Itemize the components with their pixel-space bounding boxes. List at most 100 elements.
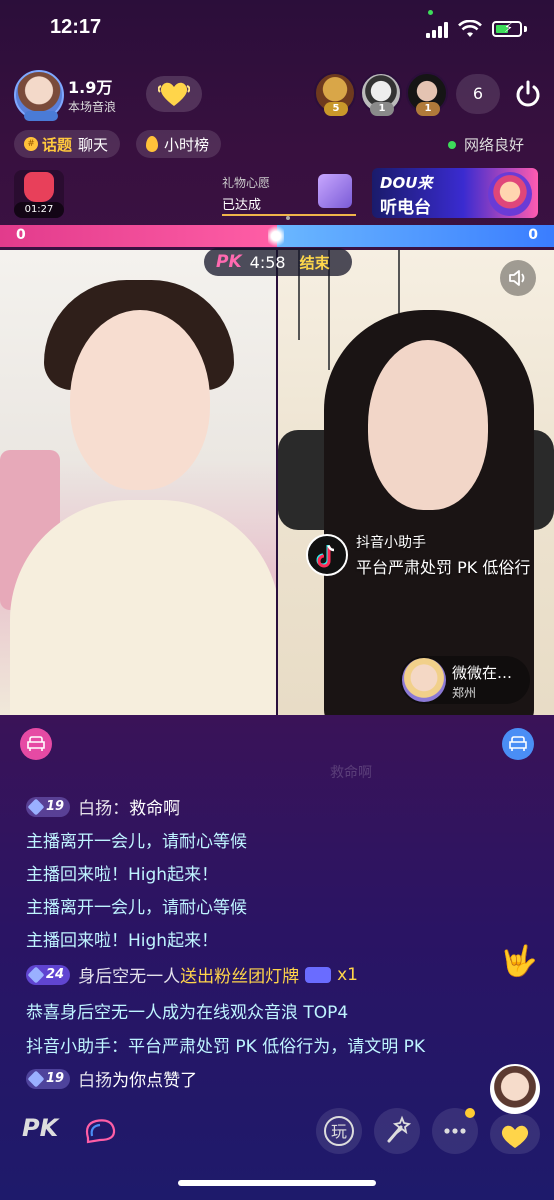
- gesture-icon[interactable]: 🤟: [500, 944, 537, 979]
- wish-gift-icon: [318, 174, 352, 208]
- topic-icon: #: [24, 137, 38, 151]
- system-message: 主播回来啦！High起来！: [26, 860, 218, 885]
- play-label: 玩: [331, 1122, 347, 1141]
- battery-tip: [524, 26, 527, 32]
- battery-icon: ⚡: [492, 21, 522, 37]
- radio-banner[interactable]: DOU来 听电台: [372, 168, 538, 218]
- pk-time-left: 4:58: [249, 252, 286, 272]
- pk-left-bar: [0, 225, 277, 247]
- host-info[interactable]: 1.9万 本场音浪: [14, 70, 204, 121]
- banner-line-2: 听电台: [380, 198, 431, 218]
- flame-icon: [146, 136, 158, 152]
- system-text: 恭喜身后空无一人成为在线观众音浪 TOP4: [26, 1003, 349, 1023]
- chat-message[interactable]: 19 白扬： 救命啊: [26, 794, 180, 819]
- left-seat-button[interactable]: [20, 728, 52, 760]
- system-message: 主播回来啦！High起来！: [26, 926, 218, 951]
- pk-logo: PK: [216, 252, 242, 272]
- signal-icon: [426, 22, 452, 38]
- pk-right-bar: [277, 225, 554, 247]
- platform-notice[interactable]: 抖音小助手 平台严肃处罚 PK 低俗行: [306, 532, 554, 578]
- notice-text: 平台严肃处罚 PK 低俗行: [356, 558, 531, 577]
- play-icon: 玩: [324, 1116, 354, 1146]
- system-text: 主播回来啦！High起来！: [26, 931, 219, 951]
- network-label: 网络良好: [464, 136, 525, 154]
- user-level-badge: 19: [26, 796, 71, 817]
- heart-icon: [158, 82, 190, 106]
- viewer-rank: 1: [370, 102, 394, 116]
- top-viewer-1[interactable]: 5: [314, 72, 356, 116]
- gift-text: 送出粉丝团灯牌: [180, 967, 300, 987]
- notice-sender: 抖音小助手: [356, 535, 426, 551]
- opponent-face: [368, 340, 488, 510]
- topic-chip[interactable]: # 话题 聊天: [14, 130, 121, 158]
- wish-status: 已达成: [222, 198, 262, 213]
- banner-line-1: DOU来: [380, 174, 433, 192]
- hour-rank-chip[interactable]: 小时榜: [136, 130, 222, 158]
- guest-name: 微微在…: [452, 664, 513, 682]
- system-message: 恭喜身后空无一人成为在线观众音浪 TOP4: [26, 998, 348, 1023]
- douyin-logo-icon: [306, 534, 348, 576]
- top-viewer-3[interactable]: 1: [406, 72, 448, 116]
- chat-faded-line: 救命啊: [330, 765, 372, 781]
- gift-wish[interactable]: 礼物心愿 已达成: [218, 170, 356, 218]
- gift-icon: [501, 1125, 529, 1148]
- pk-score-bar: 0 0: [0, 223, 554, 249]
- chat-feed[interactable]: 救命啊 19 白扬： 救命啊 主播离开一会儿，请耐心等候 主播回来啦！High起…: [0, 760, 480, 1095]
- hour-rank-label: 小时榜: [164, 135, 210, 154]
- gift-bag-button[interactable]: 01:27: [14, 170, 64, 218]
- topic-highlight: 话题: [42, 135, 73, 154]
- speaker-icon: [509, 270, 525, 286]
- gift-button[interactable]: [490, 1114, 540, 1154]
- user-level-badge: 24: [26, 964, 71, 985]
- fan-club-button[interactable]: [146, 76, 202, 112]
- gift-bag-icon: [24, 172, 54, 202]
- network-status: 网络良好: [448, 134, 524, 155]
- gift-count: x1: [337, 964, 358, 985]
- chat-icon[interactable]: [82, 1116, 118, 1144]
- chat-text: 救命啊: [129, 799, 181, 819]
- wand-icon: [387, 1115, 412, 1143]
- host-body: [10, 500, 276, 716]
- host-popularity-label: 本场音浪: [68, 100, 117, 114]
- opponent-video[interactable]: [278, 250, 554, 716]
- like-message[interactable]: 19 白扬 为你点赞了: [26, 1066, 197, 1091]
- gift-timer: 01:27: [14, 202, 64, 218]
- host-video[interactable]: [0, 250, 276, 716]
- guest-location: 郑州: [452, 686, 477, 700]
- viewer-rank: 1: [416, 102, 440, 116]
- viewer-count[interactable]: 6: [456, 74, 500, 114]
- system-text: 主播回来啦！High起来！: [26, 865, 219, 885]
- viewer-rank: 5: [324, 102, 348, 116]
- home-indicator[interactable]: [178, 1180, 376, 1186]
- pk-button[interactable]: PK: [22, 1114, 58, 1142]
- play-button[interactable]: 玩: [316, 1108, 362, 1154]
- notification-dot: [465, 1108, 475, 1118]
- system-text: 主播离开一会儿，请耐心等候: [26, 832, 247, 852]
- top-viewer-2[interactable]: 1: [360, 72, 402, 116]
- wifi-icon: [458, 20, 482, 37]
- guest-chip[interactable]: 微微在… 郑州: [400, 656, 530, 704]
- power-icon[interactable]: [514, 80, 542, 108]
- privacy-indicator: [428, 10, 433, 15]
- system-text: 主播离开一会儿，请耐心等候: [26, 898, 247, 918]
- status-time: 12:17: [50, 16, 102, 38]
- user-level-badge: 19: [26, 1068, 71, 1089]
- chat-username[interactable]: 身后空无一人: [78, 962, 180, 987]
- system-message: 抖音小助手：平台严肃处罚 PK 低俗行为，请文明 PK: [26, 1032, 425, 1057]
- pk-score-right: 0: [528, 227, 538, 243]
- gift-message[interactable]: 24 身后空无一人 送出粉丝团灯牌 x1: [26, 962, 358, 987]
- effects-button[interactable]: [374, 1108, 420, 1154]
- fan-light-badge-icon: [305, 966, 332, 983]
- user-avatar-button[interactable]: [490, 1064, 540, 1114]
- chat-username[interactable]: 白扬：: [78, 794, 129, 819]
- pk-end-button[interactable]: 结束: [300, 252, 330, 273]
- chat-username[interactable]: 白扬: [78, 1066, 112, 1091]
- host-badge: [24, 111, 58, 121]
- host-avatar[interactable]: [14, 70, 64, 121]
- mute-button[interactable]: [500, 260, 536, 296]
- system-message: 主播离开一会儿，请耐心等候: [26, 893, 247, 918]
- pk-score-left: 0: [16, 227, 26, 243]
- right-seat-button[interactable]: [502, 728, 534, 760]
- system-text: 抖音小助手：平台严肃处罚 PK 低俗行为，请文明 PK: [26, 1037, 426, 1057]
- wish-title: 礼物心愿: [222, 176, 271, 190]
